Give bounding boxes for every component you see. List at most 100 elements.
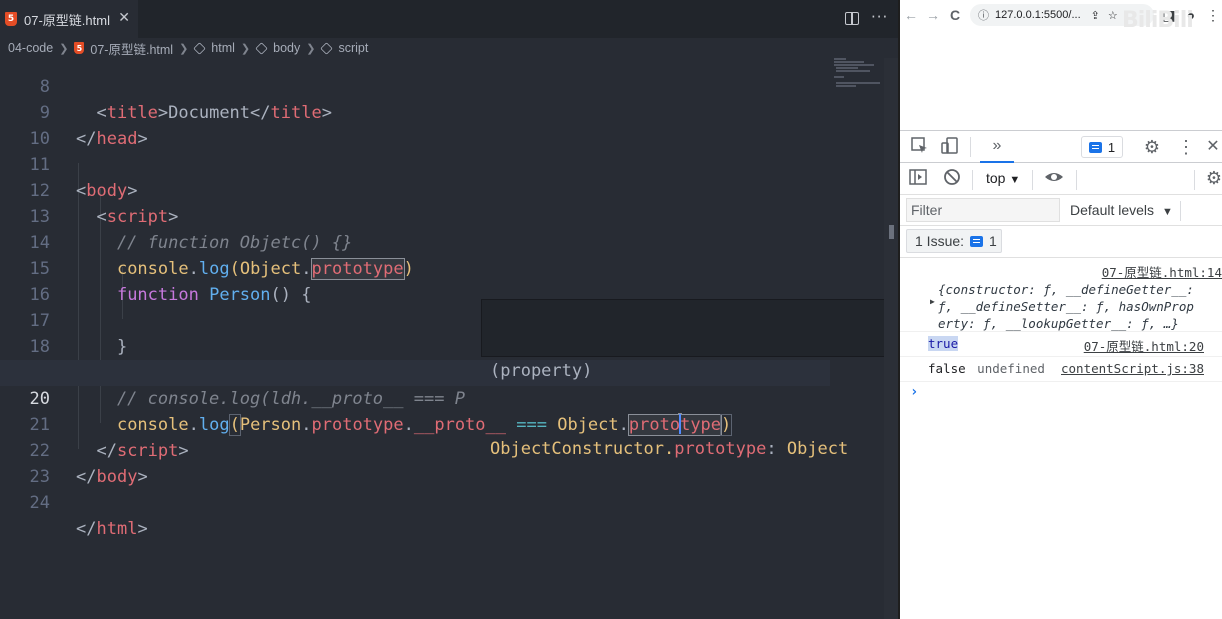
context-value: top [986,170,1006,186]
code-line: 14 console.log(Object.prototype) [0,204,830,280]
devtools-toolbar: » 1 ⚙ ⋮ ✕ [900,131,1222,163]
console-value-undefined: undefined [977,361,1045,376]
source-link[interactable]: 07-原型链.html:20 [1084,336,1204,355]
code-line: 15 function Person() { [0,230,830,305]
console-prompt-icon: › [910,384,919,400]
bilibili-watermark: BiliBili [1122,8,1194,33]
editor-scrollbar[interactable] [884,58,898,619]
minimap-line [834,58,846,60]
object-line: ƒ, __defineSetter__: ƒ, hasOwnProp [938,299,1194,314]
console-prompt-row[interactable]: › [900,382,1222,404]
code-line: 12 <script> [0,152,830,227]
object-line: {constructor: ƒ, __defineGetter__: [938,282,1194,297]
close-icon[interactable]: ✕ [1203,137,1222,157]
divider [1180,201,1181,221]
line-code: </html> [76,519,148,539]
url-text: 127.0.0.1:5500/... [995,9,1081,21]
tooltip-property: prototype [674,439,767,459]
divider [1194,170,1195,190]
source-link[interactable]: 07-原型链.html:14 [1102,265,1222,280]
tooltip-owner: ObjectConstructor. [490,439,675,459]
forward-arrow-icon[interactable]: → [922,7,944,23]
expand-triangle-icon[interactable]: ▶ [930,297,935,306]
divider [970,137,971,157]
tab-label: 07-原型链.html [24,12,110,28]
minimap-line [834,76,844,78]
issues-label: 1 Issue: [915,233,965,249]
code-line: 16 [0,256,830,305]
console-message: 07-原型链.html:14 ▶ {constructor: ƒ, __defi… [900,258,1222,332]
console-output[interactable]: 07-原型链.html:14 ▶ {constructor: ƒ, __defi… [900,258,1222,404]
source-link[interactable]: contentScript.js:38 [1061,361,1204,376]
minimap-line [834,61,864,63]
minimap[interactable] [834,58,884,98]
dropdown-arrow-icon: ▼ [1161,206,1173,218]
object-line: erty: ƒ, __lookupGetter__: ƒ, …} [938,316,1179,331]
tooltip-signature: ObjectConstructor.prototype: Object [490,436,887,462]
console-settings-gear-icon[interactable]: ⚙ [1204,168,1222,188]
editor-tab[interactable]: 5 07-原型链.html ✕ [0,0,138,38]
browser-window: ← → C ⓘ 127.0.0.1:5500/... ⇪ ☆ ◨ ● ⋮ Bil… [898,0,1222,619]
code-line: 13 // function Objetc() {} [0,178,830,253]
sidebar-toggle-icon[interactable] [908,168,928,188]
object-preview[interactable]: {constructor: ƒ, __defineGetter__: ƒ, __… [938,281,1204,332]
editor-tab-bar: 5 07-原型链.html ✕ ··· [0,0,898,38]
issues-icon [1088,141,1102,153]
divider [972,170,973,190]
levels-label: Default levels [1070,202,1155,218]
divider [1032,170,1033,190]
issues-count: 1 [989,233,997,249]
code-line: 11 <body> [0,126,830,201]
html5-icon: 5 [5,12,17,26]
reload-icon[interactable]: C [944,7,966,23]
tooltip-kind: (property) [490,361,593,381]
code-editor[interactable]: 5 07-原型链.html ✕ ··· 04-code ❯ 5 07-原型链.h… [0,0,898,619]
filter-input[interactable]: Filter [906,198,1060,222]
share-icon[interactable]: ⇪ [1091,9,1100,22]
log-levels-dropdown[interactable]: Default levels ▼ [1070,202,1173,218]
code-line: 10 [0,100,830,149]
minimap-line [836,85,856,87]
code-line: 9 </head> [0,74,830,149]
clear-console-icon[interactable] [942,168,962,188]
close-icon[interactable]: ✕ [118,10,130,26]
context-select[interactable]: top ▼ [986,170,1020,186]
inspect-element-icon[interactable] [910,137,930,157]
console-value: true [928,336,959,351]
settings-gear-icon[interactable]: ⚙ [1142,137,1162,157]
split-editor-icon[interactable] [845,12,859,25]
devtools-panel: » 1 ⚙ ⋮ ✕ top ▼ ⚙ Filter Default levels … [900,130,1222,619]
issues-button[interactable]: 1 Issue: 1 [906,229,1002,253]
console-value: false [928,361,966,376]
more-tabs-button[interactable]: » [980,131,1014,163]
kebab-menu-icon[interactable]: ⋮ [1176,137,1196,157]
eye-icon[interactable] [1044,168,1064,188]
filter-bar: Filter Default levels ▼ [900,194,1222,226]
tooltip-type: Object [786,439,849,459]
minimap-line [836,67,858,69]
console-message: true 07-原型链.html:20 [900,332,1222,357]
message-source-row: 07-原型链.html:14 [928,262,1222,281]
device-toolbar-icon[interactable] [940,137,960,157]
line-number: 24 [29,493,50,513]
console-message: false undefined contentScript.js:38 [900,357,1222,382]
menu-icon[interactable]: ⋮ [1202,7,1222,24]
issues-count: 1 [1107,139,1116,155]
issues-icon [970,235,984,247]
minimap-line [834,64,874,66]
editor-scroll-thumb[interactable] [889,225,894,239]
tooltip-sep: : [766,439,787,459]
divider [1076,170,1077,190]
star-icon[interactable]: ☆ [1108,9,1118,22]
minimap-line [836,70,870,72]
info-icon: ⓘ [978,10,989,22]
console-toolbar: top ▼ ⚙ [900,164,1222,194]
more-actions-icon[interactable]: ··· [871,8,888,26]
hover-tooltip: (property) ObjectConstructor.prototype: … [481,299,896,459]
back-arrow-icon[interactable]: ← [900,7,922,23]
code-line: 8 <title>Document</title> [0,48,830,123]
dropdown-arrow-icon: ▼ [1009,174,1021,186]
issues-counter-button[interactable]: 1 [1081,136,1123,158]
issues-row: 1 Issue: 1 [900,226,1222,258]
minimap-line [836,82,880,84]
